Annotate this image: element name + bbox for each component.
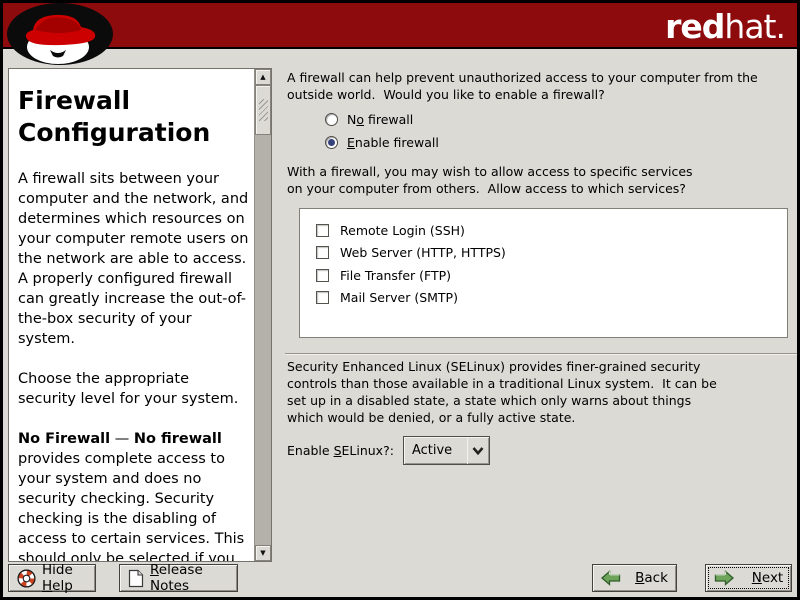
- selinux-description: Security Enhanced Linux (SELinux) provid…: [287, 358, 717, 426]
- scroll-up-icon: ▲: [260, 74, 265, 81]
- service-label: Mail Server (SMTP): [340, 290, 458, 305]
- content-pane: A firewall can help prevent unauthorized…: [285, 51, 800, 559]
- label-mnemonic: S: [334, 443, 342, 458]
- label-post: ext: [762, 570, 783, 586]
- no-firewall-dash: —: [110, 431, 134, 447]
- label-mnemonic: N: [752, 570, 762, 586]
- label-pre: Hide: [42, 562, 73, 578]
- scrollbar-grip-icon: [259, 99, 268, 121]
- no-firewall-term-2: No firewall: [134, 431, 222, 447]
- main-area: Firewall Configuration A firewall sits b…: [3, 51, 797, 559]
- banner: redhat.: [3, 3, 797, 49]
- services-question-text: With a firewall, you may wish to allow a…: [287, 163, 693, 197]
- radio-enable-firewall[interactable]: Enable firewall: [325, 133, 439, 151]
- radio-button-icon[interactable]: [325, 113, 338, 126]
- service-row-smtp[interactable]: Mail Server (SMTP): [316, 287, 787, 310]
- shadowman-logo-icon: [5, 3, 115, 67]
- service-label: File Transfer (FTP): [340, 268, 451, 283]
- service-row-ftp[interactable]: File Transfer (FTP): [316, 264, 787, 287]
- help-scrollbar[interactable]: ▲ ▼: [254, 69, 271, 561]
- radio-button-icon[interactable]: [325, 136, 338, 149]
- checkbox-icon[interactable]: [316, 246, 329, 259]
- selinux-label: Enable SELinux?:: [287, 443, 394, 458]
- label-post: ELinux?:: [342, 443, 394, 458]
- arrow-left-icon: [601, 570, 621, 586]
- label-post: elease Notes: [150, 562, 203, 594]
- wordmark-dot: .: [776, 7, 786, 46]
- scroll-up-button[interactable]: ▲: [255, 69, 271, 85]
- life-ring-help-icon: [17, 569, 36, 588]
- next-button[interactable]: Next: [705, 564, 792, 592]
- help-paragraph-2: Choose the appropriate security level fo…: [18, 369, 250, 409]
- label-pre: Enable: [287, 443, 334, 458]
- back-label: Back: [635, 570, 668, 586]
- wordmark-hat: hat: [724, 7, 775, 46]
- radio-enable-firewall-label: Enable firewall: [347, 135, 439, 150]
- checkbox-icon[interactable]: [316, 224, 329, 237]
- label-post: nable firewall: [355, 135, 439, 150]
- radio-no-firewall[interactable]: No firewall: [325, 110, 413, 128]
- back-button[interactable]: Back: [592, 564, 677, 592]
- help-text-area: Firewall Configuration A firewall sits b…: [9, 69, 254, 561]
- service-row-web[interactable]: Web Server (HTTP, HTTPS): [316, 242, 787, 265]
- service-label: Web Server (HTTP, HTTPS): [340, 245, 506, 260]
- no-firewall-term-1: No Firewall: [18, 431, 110, 447]
- redhat-wordmark: redhat.: [665, 7, 785, 46]
- label-pre: N: [347, 112, 356, 127]
- hide-help-label: Hide Help: [42, 562, 87, 594]
- release-notes-label: Release Notes: [150, 562, 229, 594]
- scroll-down-icon: ▼: [260, 550, 265, 557]
- document-icon: [128, 569, 144, 588]
- selinux-dropdown-value: Active: [404, 443, 467, 458]
- services-list: Remote Login (SSH) Web Server (HTTP, HTT…: [299, 208, 788, 338]
- arrow-right-icon: [714, 570, 734, 586]
- label-mnemonic: E: [347, 135, 355, 150]
- label-mnemonic: R: [150, 562, 159, 578]
- next-label: Next: [752, 570, 783, 586]
- firewall-question-text: A firewall can help prevent unauthorized…: [287, 69, 758, 103]
- selinux-row: Enable SELinux?: Active: [287, 436, 490, 465]
- scrollbar-thumb[interactable]: [255, 85, 271, 135]
- hide-help-button[interactable]: Hide Help: [8, 564, 96, 592]
- scrollbar-track[interactable]: [255, 135, 271, 545]
- service-label: Remote Login (SSH): [340, 223, 465, 238]
- help-paragraph-no-firewall: No Firewall — No firewall provides compl…: [18, 429, 250, 561]
- wordmark-red: red: [665, 7, 724, 46]
- selinux-separator: [285, 353, 798, 355]
- checkbox-icon[interactable]: [316, 269, 329, 282]
- label-mnemonic: o: [356, 112, 364, 127]
- service-row-ssh[interactable]: Remote Login (SSH): [316, 219, 787, 242]
- chevron-down-icon: [468, 447, 489, 455]
- help-title: Firewall Configuration: [18, 85, 250, 149]
- installer-window: redhat. Firewall Configuration A firewal…: [0, 0, 800, 600]
- label-post: ack: [644, 570, 668, 586]
- release-notes-button[interactable]: Release Notes: [119, 564, 238, 592]
- label-post: firewall: [364, 112, 413, 127]
- label-mnemonic: H: [42, 578, 52, 594]
- checkbox-icon[interactable]: [316, 291, 329, 304]
- help-panel: Firewall Configuration A firewall sits b…: [8, 68, 272, 562]
- label-mnemonic: B: [635, 570, 644, 586]
- radio-no-firewall-label: No firewall: [347, 112, 413, 127]
- footer-bar: Hide Help Release Notes Back: [3, 559, 797, 597]
- help-paragraph-1: A firewall sits between your computer an…: [18, 169, 250, 349]
- selinux-dropdown[interactable]: Active: [403, 436, 490, 465]
- no-firewall-body: provides complete access to your system …: [18, 451, 244, 561]
- label-post: elp: [52, 578, 73, 594]
